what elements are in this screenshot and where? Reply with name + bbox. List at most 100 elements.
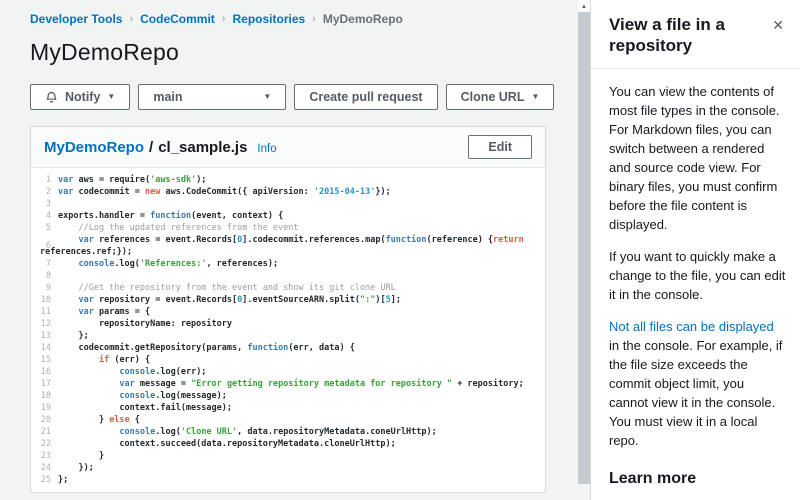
code-text: var message = "Error getting repository …	[58, 378, 545, 390]
breadcrumb-current: MyDemoRepo	[323, 12, 403, 26]
breadcrumb-separator-icon: ›	[129, 13, 133, 25]
line-number: 12	[35, 318, 51, 330]
line-number: 13	[35, 330, 51, 342]
code-text: console.log('References:', references);	[58, 258, 545, 270]
code-line: 16 console.log(err);	[35, 366, 545, 378]
code-text: console.log(message);	[58, 390, 545, 402]
file-panel-title: MyDemoRepo / cl_sample.js Info	[44, 139, 277, 156]
line-number: 7	[35, 258, 51, 270]
codecommit-console: Developer Tools › CodeCommit › Repositor…	[0, 0, 800, 500]
code-text: console.log('Clone URL', data.repository…	[58, 426, 545, 438]
line-number: 22	[35, 438, 51, 450]
vertical-scrollbar[interactable]: ▲	[578, 0, 590, 500]
page-title: MyDemoRepo	[30, 39, 578, 66]
branch-select[interactable]: main ▼	[138, 84, 286, 110]
code-line: 11 var params = {	[35, 306, 545, 318]
line-number: 1	[35, 174, 51, 186]
code-line: 22 context.succeed(data.repositoryMetada…	[35, 438, 545, 450]
line-number: 5	[35, 222, 51, 234]
code-text: exports.handler = function(event, contex…	[58, 210, 545, 222]
code-text: repositoryName: repository	[58, 318, 545, 330]
caret-down-icon: ▼	[107, 93, 115, 101]
code-text: codecommit.getRepository(params, functio…	[58, 342, 545, 354]
branch-select-value: main	[153, 90, 182, 104]
code-line: 8	[35, 270, 545, 282]
help-panel-header: View a file in a repository ✕	[609, 14, 786, 56]
help-panel-divider	[591, 68, 800, 69]
code-line: 4 exports.handler = function(event, conte…	[35, 210, 545, 222]
code-text	[58, 270, 545, 282]
clone-url-button[interactable]: Clone URL ▼	[446, 84, 555, 110]
close-icon[interactable]: ✕	[770, 14, 786, 36]
line-number: 4	[35, 210, 51, 222]
breadcrumb: Developer Tools › CodeCommit › Repositor…	[30, 12, 578, 26]
scroll-up-arrow-icon[interactable]: ▲	[578, 0, 590, 12]
line-number: 10	[35, 294, 51, 306]
scrollbar-thumb[interactable]	[578, 12, 590, 484]
code-text: var references = event.Records[0].codeco…	[58, 234, 545, 246]
file-panel-header: MyDemoRepo / cl_sample.js Info Edit	[31, 127, 545, 168]
help-paragraph: If you want to quickly make a change to …	[609, 247, 786, 304]
help-paragraph: You can view the contents of most file t…	[609, 82, 786, 234]
info-link[interactable]: Info	[257, 143, 276, 155]
code-text: var codecommit = new aws.CodeCommit({ ap…	[58, 186, 545, 198]
line-number: 3	[35, 198, 51, 210]
breadcrumb-link-developer-tools[interactable]: Developer Tools	[30, 12, 122, 26]
caret-down-icon: ▼	[263, 93, 271, 101]
code-line: 2 var codecommit = new aws.CodeCommit({ a…	[35, 186, 545, 198]
line-number: 15	[35, 354, 51, 366]
code-line: 14 codecommit.getRepository(params, func…	[35, 342, 545, 354]
code-line: 6 var references = event.Records[0].code…	[35, 234, 545, 258]
notify-button[interactable]: Notify ▼	[30, 84, 130, 110]
code-text	[58, 198, 545, 210]
breadcrumb-separator-icon: ›	[222, 13, 226, 25]
code-text: var aws = require('aws-sdk');	[58, 174, 545, 186]
code-line: 13 };	[35, 330, 545, 342]
repo-link[interactable]: MyDemoRepo	[44, 139, 144, 156]
toolbar: Notify ▼ main ▼ Create pull request Clon…	[30, 84, 578, 110]
code-line: 9 //Get the repository from the event an…	[35, 282, 545, 294]
line-number: 16	[35, 366, 51, 378]
help-inline-link[interactable]: Not all files can be displayed	[609, 319, 774, 334]
code-text: context.succeed(data.repositoryMetadata.…	[58, 438, 545, 450]
code-text: var repository = event.Records[0].eventS…	[58, 294, 545, 306]
line-number: 9	[35, 282, 51, 294]
line-number: 11	[35, 306, 51, 318]
caret-down-icon: ▼	[531, 93, 539, 101]
code-text: };	[58, 474, 545, 486]
code-line: 24 });	[35, 462, 545, 474]
code-line: 10 var repository = event.Records[0].eve…	[35, 294, 545, 306]
line-number: 14	[35, 342, 51, 354]
main-content: Developer Tools › CodeCommit › Repositor…	[0, 0, 578, 500]
breadcrumb-separator-icon: ›	[312, 13, 316, 25]
breadcrumb-link-repositories[interactable]: Repositories	[232, 12, 305, 26]
code-text: console.log(err);	[58, 366, 545, 378]
code-line: 7 console.log('References:', references)…	[35, 258, 545, 270]
line-number: 19	[35, 402, 51, 414]
code-text: }	[58, 450, 545, 462]
code-line: 19 context.fail(message);	[35, 402, 545, 414]
help-panel: View a file in a repository ✕ You can vi…	[590, 0, 800, 500]
code-text: //Get the repository from the event and …	[58, 282, 545, 294]
line-number: 18	[35, 390, 51, 402]
code-line: 1 var aws = require('aws-sdk');	[35, 174, 545, 186]
file-name: cl_sample.js	[158, 139, 247, 156]
code-text: var params = {	[58, 306, 545, 318]
code-line: 17 var message = "Error getting reposito…	[35, 378, 545, 390]
notify-button-label: Notify	[65, 90, 100, 104]
code-text: } else {	[58, 414, 545, 426]
code-line: 21 console.log('Clone URL', data.reposit…	[35, 426, 545, 438]
line-number: 21	[35, 426, 51, 438]
code-line: 12 repositoryName: repository	[35, 318, 545, 330]
line-number: 8	[35, 270, 51, 282]
line-number: 25	[35, 474, 51, 486]
code-line: 3	[35, 198, 545, 210]
code-line: 20 } else {	[35, 414, 545, 426]
edit-button[interactable]: Edit	[468, 135, 532, 159]
breadcrumb-link-codecommit[interactable]: CodeCommit	[140, 12, 215, 26]
help-panel-title: View a file in a repository	[609, 14, 759, 56]
line-number: 2	[35, 186, 51, 198]
code-text: });	[58, 462, 545, 474]
create-pull-request-button[interactable]: Create pull request	[294, 84, 437, 110]
code-line: 15 if (err) {	[35, 354, 545, 366]
